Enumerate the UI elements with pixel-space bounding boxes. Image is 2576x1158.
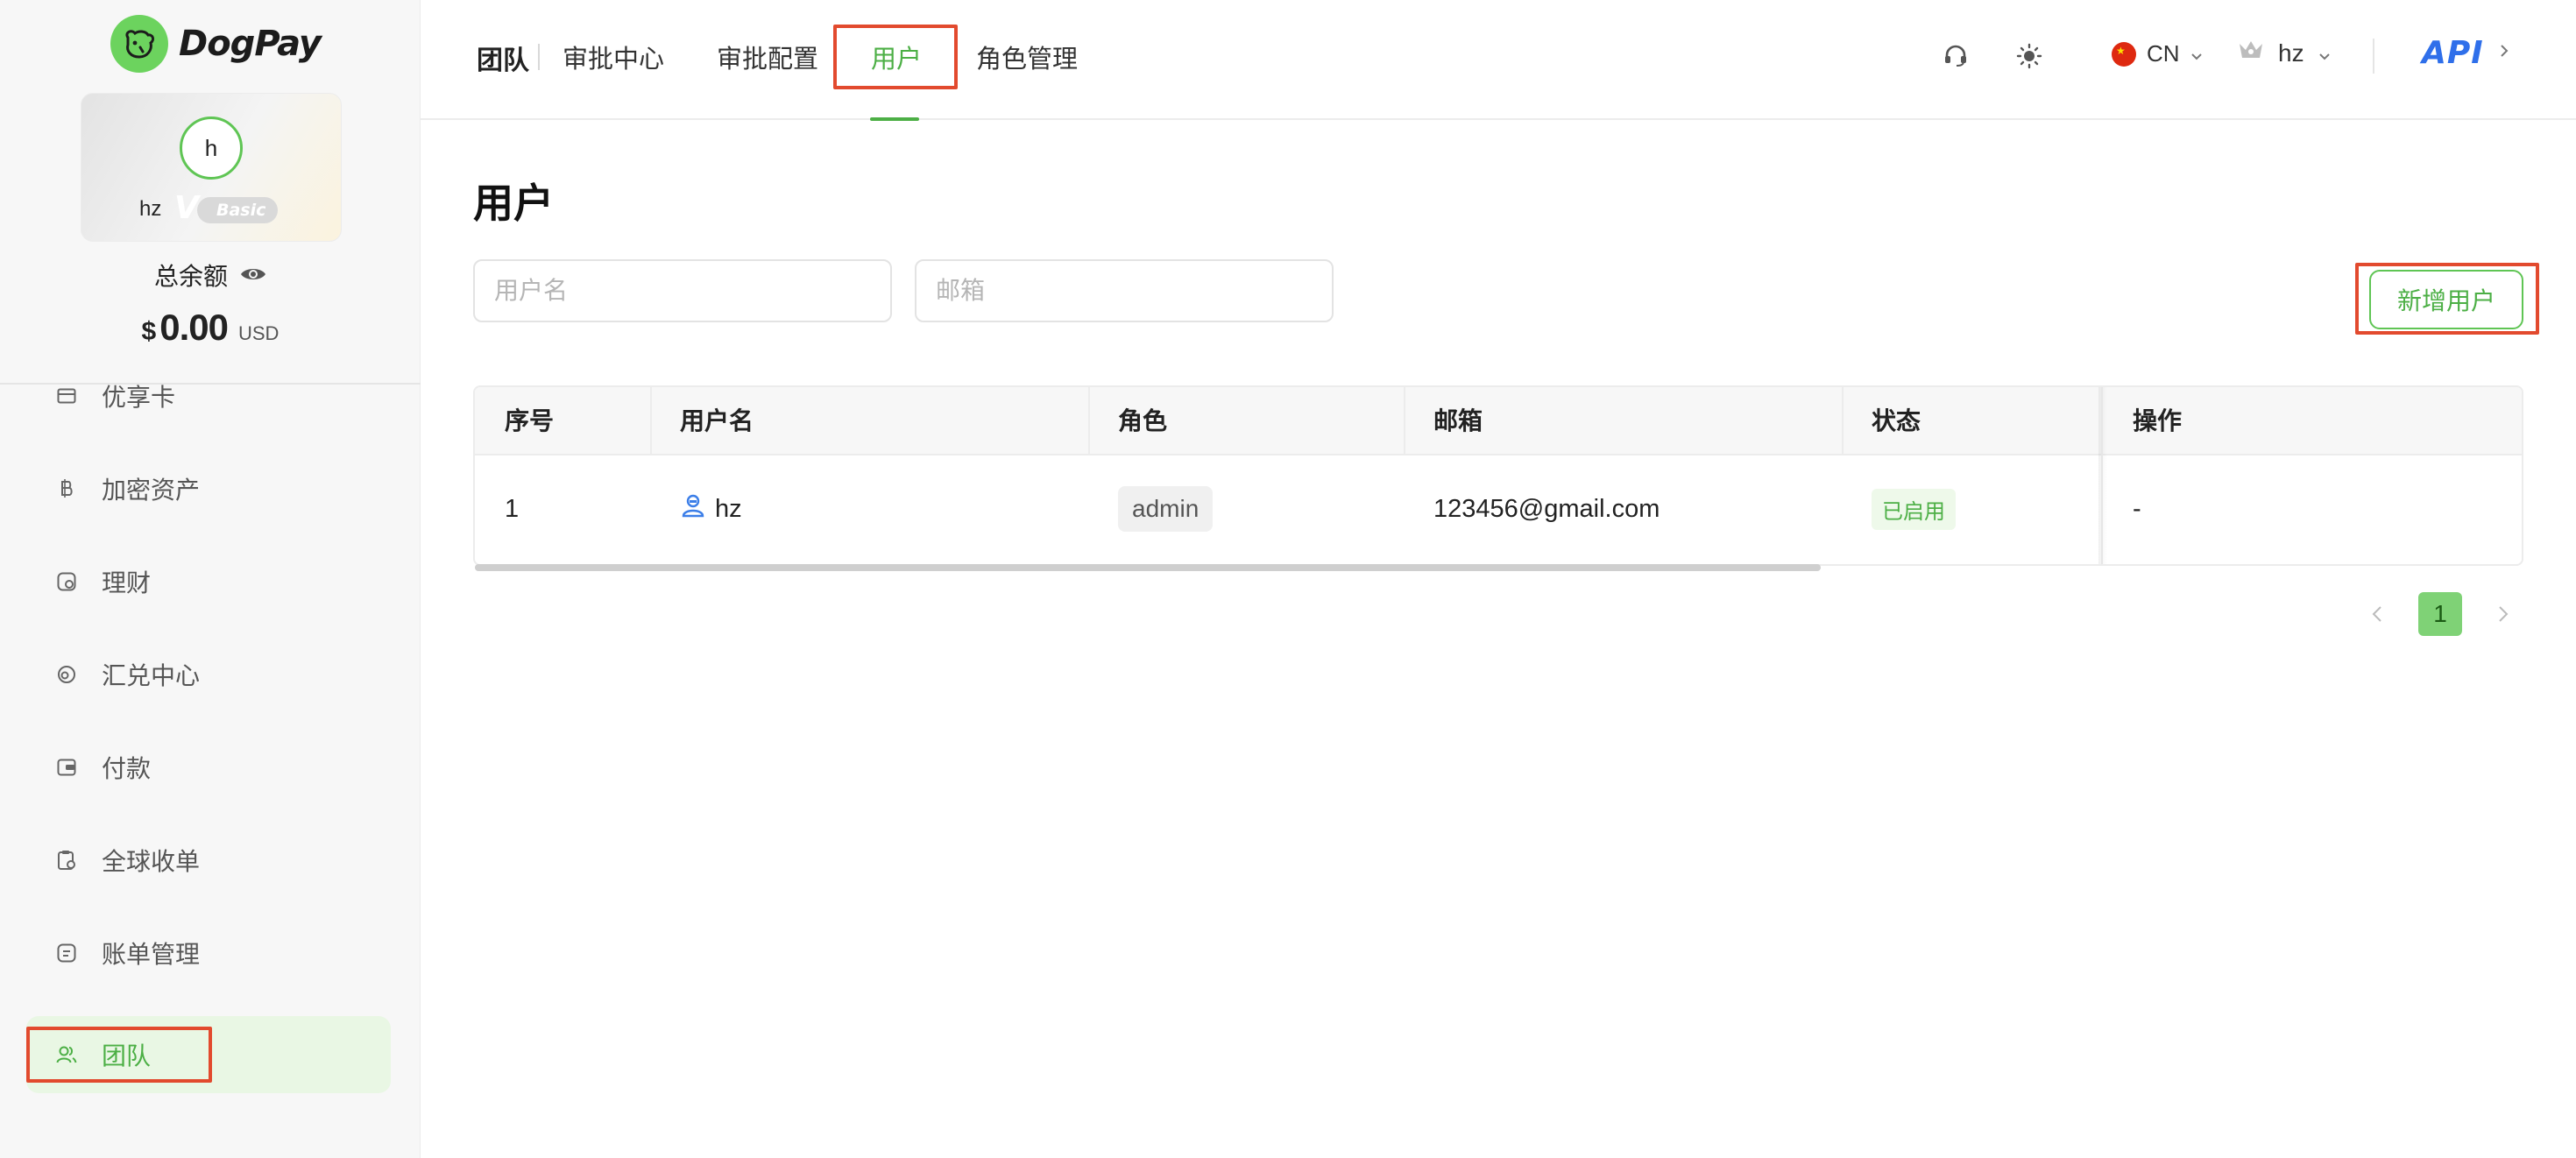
- fixed-column-shadow: [2098, 387, 2107, 564]
- page-title: 用户: [473, 180, 554, 226]
- logo[interactable]: DogPay: [110, 14, 322, 74]
- cell-index: 1: [505, 494, 520, 523]
- balance-value: 0.00: [159, 307, 229, 348]
- wealth-icon: [56, 571, 77, 592]
- active-tab-indicator: [870, 117, 919, 121]
- column-header-role: 角色: [1118, 407, 1168, 434]
- bitcoin-icon: [56, 478, 77, 499]
- pagination: 1: [2366, 592, 2515, 636]
- sidebar-item-label: 理财: [102, 569, 152, 597]
- column-header-actions: 操作: [2133, 407, 2183, 434]
- sidebar-item-label: 团队: [102, 1042, 152, 1070]
- headset-icon[interactable]: [1938, 39, 1973, 74]
- balance-amount: $ 0.00 USD: [0, 307, 421, 349]
- clipboard-icon: [56, 850, 77, 871]
- sidebar-item-card[interactable]: 优享卡: [26, 357, 391, 434]
- api-link[interactable]: API: [2422, 35, 2509, 71]
- column-header-status: 状态: [1872, 407, 1921, 434]
- avatar: h: [180, 117, 243, 180]
- language-selector[interactable]: ★ CN: [2112, 40, 2203, 67]
- sidebar-item-crypto[interactable]: 加密资产: [26, 450, 391, 527]
- cell-actions: -: [2133, 494, 2141, 523]
- level-mark: V: [174, 190, 199, 226]
- username-filter-input[interactable]: [473, 259, 892, 322]
- eye-icon[interactable]: [240, 261, 266, 289]
- table-row[interactable]: 1 hz admin 123456@gmail.com 已启用 -: [475, 455, 2522, 562]
- brand-name: DogPay: [179, 24, 322, 64]
- users-table: 序号 用户名 角色 邮箱 状态 操作 1 hz admin 123456@gma…: [473, 385, 2523, 566]
- sidebar-item-wealth[interactable]: 理财: [26, 543, 391, 620]
- next-page-icon[interactable]: [2492, 592, 2515, 636]
- fixed-column-divider: [2101, 387, 2103, 564]
- header-divider: [2373, 39, 2374, 74]
- level-badge: Basic: [197, 197, 279, 223]
- sidebar-item-label: 汇兑中心: [102, 662, 201, 689]
- page-number-current[interactable]: 1: [2418, 592, 2462, 636]
- username-text: hz: [715, 494, 742, 523]
- status-badge: 已启用: [1872, 488, 1956, 530]
- chevron-down-icon: [2190, 40, 2203, 67]
- cell-username[interactable]: hz: [680, 455, 742, 562]
- column-separator: [650, 387, 652, 455]
- column-separator: [1842, 387, 1844, 455]
- china-flag-icon: ★: [2112, 41, 2136, 67]
- column-separator: [1088, 387, 1090, 455]
- cell-role: admin: [1118, 455, 1214, 562]
- tab-users[interactable]: 用户: [871, 39, 922, 75]
- sidebar-item-exchange[interactable]: 汇兑中心: [26, 636, 391, 713]
- prev-page-icon[interactable]: [2366, 592, 2388, 636]
- api-logo: API: [2422, 35, 2484, 71]
- column-header-email: 邮箱: [1433, 407, 1483, 434]
- dog-logo-icon: [110, 15, 168, 73]
- wallet-icon: [56, 757, 77, 778]
- tab-approval-center[interactable]: 审批中心: [563, 39, 664, 75]
- language-code: CN: [2147, 40, 2180, 67]
- sidebar: DogPay h hz Basic V 总余额 $ 0.00 USD 优享卡 加…: [0, 0, 421, 1158]
- bill-icon: [56, 943, 77, 964]
- sidebar-item-label: 付款: [102, 755, 152, 782]
- sidebar-item-label: 加密资产: [102, 477, 201, 504]
- column-separator: [1404, 387, 1405, 455]
- section-title: 团队: [477, 46, 529, 75]
- sidebar-item-label: 全球收单: [102, 848, 201, 875]
- team-icon: [56, 1044, 77, 1065]
- cell-email: 123456@gmail.com: [1433, 494, 1660, 523]
- horizontal-scrollbar[interactable]: [475, 564, 1821, 571]
- sidebar-item-bills[interactable]: 账单管理: [26, 914, 391, 992]
- sidebar-item-label: 账单管理: [102, 941, 201, 968]
- theme-sun-icon[interactable]: [2012, 39, 2047, 74]
- tab-approval-config[interactable]: 审批配置: [717, 39, 818, 75]
- header-username: hz: [2278, 39, 2304, 67]
- crown-icon: [2238, 39, 2264, 67]
- sidebar-item-label: 优享卡: [102, 384, 176, 411]
- column-header-index: 序号: [505, 407, 555, 434]
- top-bar: 团队 审批中心 审批配置 用户 角色管理 ★ CN hz API: [421, 0, 2576, 121]
- role-tag: admin: [1118, 486, 1214, 532]
- column-header-username: 用户名: [680, 407, 754, 434]
- add-user-button[interactable]: 新增用户: [2369, 270, 2523, 329]
- cell-status: 已启用: [1872, 455, 1956, 562]
- table-header: 序号 用户名 角色 邮箱 状态 操作: [475, 387, 2522, 455]
- sidebar-item-acquiring[interactable]: 全球收单: [26, 822, 391, 899]
- balance-label: 总余额: [153, 263, 228, 290]
- user-menu[interactable]: hz: [2238, 39, 2331, 67]
- exchange-icon: [56, 664, 77, 685]
- title-separator: [538, 44, 540, 70]
- chevron-down-icon: [2318, 39, 2331, 67]
- sidebar-item-payment[interactable]: 付款: [26, 729, 391, 806]
- user-icon: [680, 492, 706, 526]
- email-filter-input[interactable]: [915, 259, 1334, 322]
- currency-unit: USD: [237, 322, 280, 344]
- profile-card[interactable]: h hz Basic V: [81, 93, 342, 242]
- tab-role-management[interactable]: 角色管理: [976, 39, 1078, 75]
- card-icon: [56, 385, 77, 406]
- profile-username: hz: [139, 197, 162, 221]
- chevron-right-icon: [2500, 44, 2509, 62]
- currency-symbol: $: [141, 317, 157, 346]
- sidebar-item-team[interactable]: 团队: [26, 1016, 391, 1093]
- balance-label-row: 总余额: [0, 258, 421, 293]
